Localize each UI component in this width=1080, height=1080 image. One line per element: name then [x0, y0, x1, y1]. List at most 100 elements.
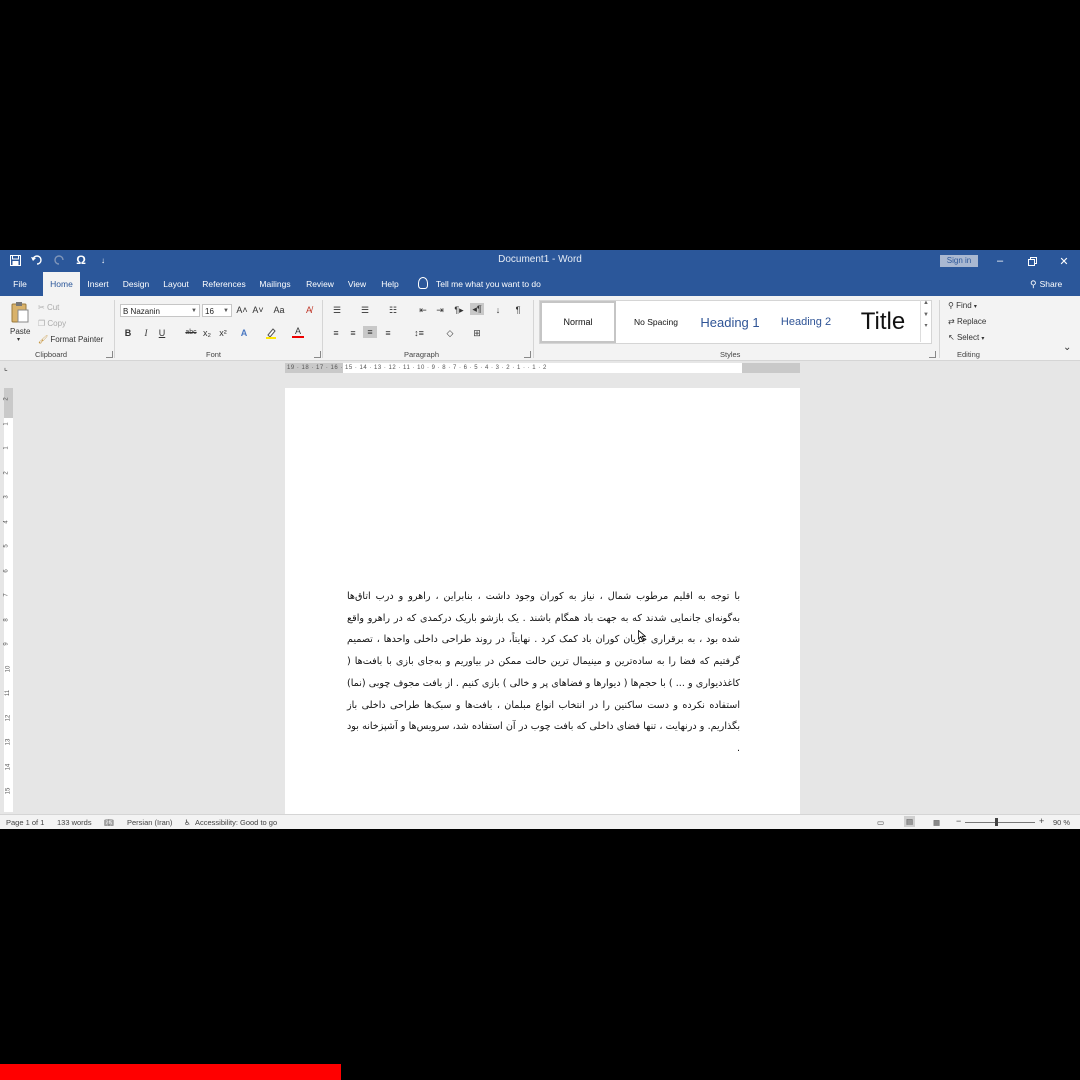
document-paragraph[interactable]: با توجه به اقلیم مرطوب شمال ، نیاز به کو…: [347, 586, 740, 760]
collapse-ribbon-icon[interactable]: ⌄: [1063, 342, 1071, 353]
web-layout-icon[interactable]: ▦: [933, 818, 940, 827]
line-spacing-icon[interactable]: ↕≡: [412, 327, 426, 339]
align-center-icon[interactable]: ≡: [347, 327, 359, 339]
chevron-down-icon: ▼: [223, 308, 229, 314]
tab-design[interactable]: Design: [119, 272, 153, 296]
styles-launcher-icon[interactable]: [929, 351, 936, 358]
justify-icon[interactable]: ≡: [381, 327, 395, 339]
strikethrough-button[interactable]: abc: [184, 327, 198, 339]
vertical-ruler[interactable]: 2 1 1 2 3 4 5 6 7 8 9 10 11 12 13 14 15: [4, 388, 13, 812]
copy-icon: ❐: [38, 319, 46, 328]
style-heading-1[interactable]: Heading 1: [694, 301, 766, 343]
zoom-slider-thumb[interactable]: [995, 818, 998, 826]
tab-review[interactable]: Review: [302, 272, 338, 296]
grow-font-icon[interactable]: A˄: [236, 304, 248, 316]
proofing-icon[interactable]: 📖︎: [104, 818, 114, 827]
select-button[interactable]: ↖ Select ▾: [948, 333, 984, 342]
scroll-down-icon[interactable]: ▼: [921, 312, 931, 318]
underline-button[interactable]: U: [156, 327, 168, 339]
find-button[interactable]: ⚲ Find ▾: [948, 301, 977, 310]
tab-selector-icon[interactable]: ⌞: [4, 363, 8, 372]
align-left-icon[interactable]: ≡: [330, 327, 342, 339]
decrease-indent-icon[interactable]: ⇤: [417, 304, 429, 316]
word-count[interactable]: 133 words: [57, 818, 92, 827]
read-mode-icon[interactable]: ▭: [877, 818, 884, 827]
font-launcher-icon[interactable]: [314, 351, 321, 358]
font-color-icon[interactable]: A: [292, 326, 304, 338]
shading-icon[interactable]: ◇: [443, 327, 457, 339]
style-no-spacing[interactable]: No Spacing: [620, 301, 692, 343]
paste-icon[interactable]: [10, 301, 30, 325]
change-case-icon[interactable]: Aa: [272, 304, 286, 316]
tell-me-label: Tell me what you want to do: [436, 279, 541, 289]
title-bar: Ω ↓ Document1 - Word Sign in – ✕: [0, 250, 1080, 272]
close-icon[interactable]: ✕: [1054, 252, 1074, 270]
italic-button[interactable]: I: [140, 327, 152, 339]
page-count[interactable]: Page 1 of 1: [6, 818, 44, 827]
text-effects-icon[interactable]: A: [238, 327, 250, 339]
paintbrush-icon: 🖌︎: [38, 335, 49, 344]
shrink-font-icon[interactable]: A˅: [252, 304, 264, 316]
tab-home[interactable]: Home: [43, 272, 80, 296]
show-formatting-icon[interactable]: ¶: [512, 304, 524, 316]
zoom-out-icon[interactable]: −: [956, 816, 961, 826]
highlight-icon[interactable]: [264, 327, 278, 342]
video-progress-bar[interactable]: [0, 1064, 342, 1080]
language-indicator[interactable]: Persian (Iran): [127, 818, 172, 827]
zoom-level[interactable]: 90 %: [1053, 818, 1070, 827]
tab-help[interactable]: Help: [376, 272, 404, 296]
right-to-left-icon[interactable]: ◂¶: [470, 303, 484, 315]
tab-file[interactable]: File: [6, 272, 34, 296]
left-to-right-icon[interactable]: ¶▸: [453, 304, 465, 316]
replace-button[interactable]: ⇄ Replace: [948, 317, 986, 326]
replace-icon: ⇄: [948, 317, 955, 326]
font-size-value: 16: [205, 307, 214, 316]
superscript-button[interactable]: x²: [217, 327, 229, 339]
styles-group-label: Styles: [720, 350, 741, 359]
numbering-icon[interactable]: ☰: [358, 304, 372, 316]
clipboard-launcher-icon[interactable]: [106, 351, 113, 358]
paste-dropdown-icon[interactable]: ▾: [17, 336, 20, 343]
cut-button[interactable]: ✂ Cut: [38, 303, 59, 312]
document-page[interactable]: با توجه به اقلیم مرطوب شمال ، نیاز به کو…: [285, 388, 800, 814]
tab-view[interactable]: View: [344, 272, 370, 296]
tab-insert[interactable]: Insert: [84, 272, 112, 296]
horizontal-ruler[interactable]: 19 · 18 · 17 · 16 · 15 · 14 · 13 · 12 · …: [285, 363, 800, 373]
tell-me-box[interactable]: Tell me what you want to do: [418, 272, 541, 296]
restore-icon[interactable]: [1022, 252, 1042, 270]
print-layout-icon[interactable]: ▤: [904, 816, 916, 827]
multilevel-list-icon[interactable]: ☷: [386, 304, 400, 316]
style-normal[interactable]: Normal: [540, 301, 616, 343]
subscript-button[interactable]: x₂: [201, 327, 213, 339]
paragraph-launcher-icon[interactable]: [524, 351, 531, 358]
person-icon: ⚲: [1030, 279, 1037, 289]
font-size-combo[interactable]: 16 ▼: [202, 304, 232, 317]
styles-scroll[interactable]: ▲ ▼ ▾: [920, 300, 931, 342]
borders-icon[interactable]: ⊞: [470, 327, 484, 339]
style-heading-2[interactable]: Heading 2: [768, 301, 844, 343]
status-bar: Page 1 of 1 133 words 📖︎ Persian (Iran) …: [0, 814, 1080, 829]
sign-in-button[interactable]: Sign in: [940, 255, 978, 267]
format-painter-button[interactable]: 🖌︎ Format Painter: [38, 335, 103, 344]
tab-layout[interactable]: Layout: [160, 272, 192, 296]
zoom-slider[interactable]: [965, 822, 1035, 823]
zoom-in-icon[interactable]: +: [1039, 816, 1044, 826]
tab-references[interactable]: References: [199, 272, 249, 296]
style-title[interactable]: Title: [846, 301, 920, 343]
share-button[interactable]: ⚲ Share: [1030, 272, 1062, 296]
paste-label[interactable]: Paste: [10, 327, 30, 336]
bold-button[interactable]: B: [122, 327, 134, 339]
more-styles-icon[interactable]: ▾: [921, 322, 931, 329]
tab-mailings[interactable]: Mailings: [255, 272, 295, 296]
minimize-icon[interactable]: –: [990, 252, 1010, 270]
clear-formatting-icon[interactable]: A̸: [303, 304, 315, 316]
accessibility-status[interactable]: Accessibility: Good to go: [195, 818, 277, 827]
align-right-icon[interactable]: ≡: [363, 326, 377, 338]
copy-button[interactable]: ❐ Copy: [38, 319, 66, 328]
scroll-up-icon[interactable]: ▲: [921, 300, 931, 306]
bullets-icon[interactable]: ☰: [330, 304, 344, 316]
sort-icon[interactable]: ↓: [492, 304, 504, 316]
scissors-icon: ✂: [38, 303, 45, 312]
increase-indent-icon[interactable]: ⇥: [434, 304, 446, 316]
font-name-combo[interactable]: B Nazanin ▼: [120, 304, 200, 317]
